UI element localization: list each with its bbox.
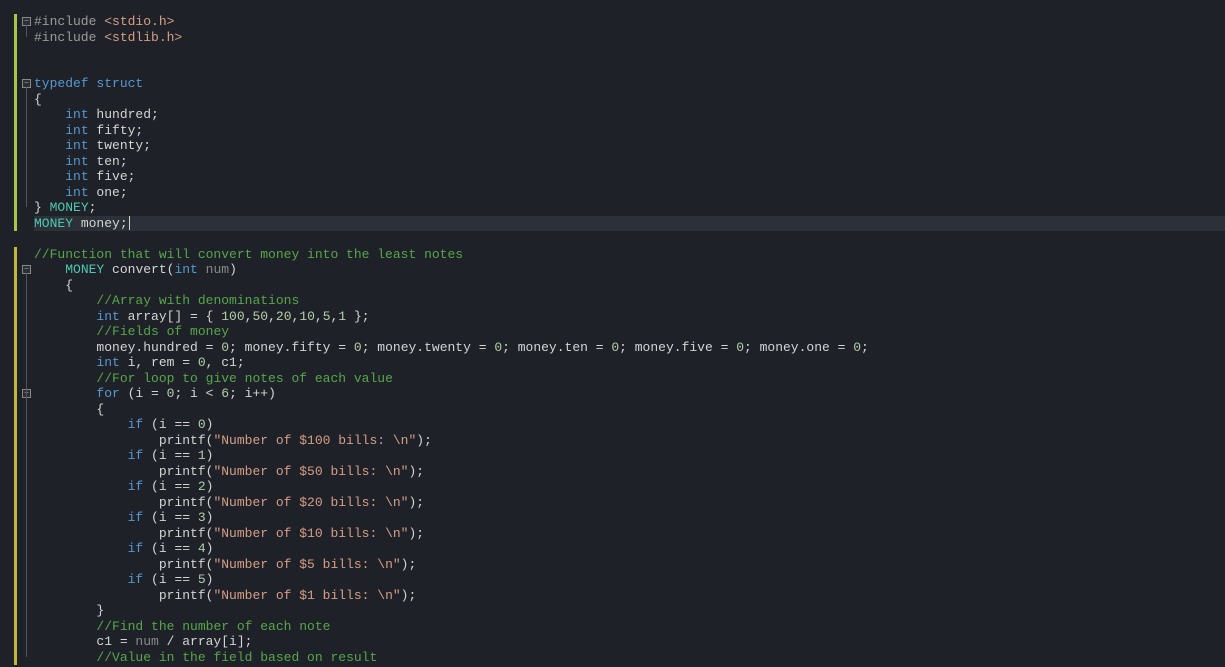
code-line[interactable]: if (i == 5) <box>34 572 1225 588</box>
code-line[interactable]: if (i == 2) <box>34 479 1225 495</box>
code-line[interactable]: } MONEY; <box>34 200 1225 216</box>
code-line[interactable]: { <box>34 402 1225 418</box>
code-line[interactable]: printf("Number of $1 bills: \n"); <box>34 588 1225 604</box>
code-line[interactable]: MONEY convert(int num) <box>34 262 1225 278</box>
code-line[interactable] <box>34 61 1225 77</box>
fold-guide <box>26 25 27 37</box>
code-line[interactable]: printf("Number of $100 bills: \n"); <box>34 433 1225 449</box>
code-line[interactable]: #include <stdlib.h> <box>34 30 1225 46</box>
text-caret <box>129 216 130 230</box>
code-content[interactable]: #include <stdio.h>#include <stdlib.h> typ… <box>34 0 1225 667</box>
code-line[interactable]: int array[] = { 100,50,20,10,5,1 }; <box>34 309 1225 325</box>
code-line[interactable]: money.hundred = 0; money.fifty = 0; mone… <box>34 340 1225 356</box>
code-line[interactable]: if (i == 3) <box>34 510 1225 526</box>
code-line[interactable]: int i, rem = 0, c1; <box>34 355 1225 371</box>
code-line[interactable] <box>34 231 1225 247</box>
code-line[interactable]: //Array with denominations <box>34 293 1225 309</box>
code-line[interactable]: int twenty; <box>34 138 1225 154</box>
code-line[interactable]: MONEY money; <box>34 216 1225 232</box>
code-line[interactable]: //Find the number of each note <box>34 619 1225 635</box>
fold-guide <box>26 397 27 610</box>
code-line[interactable]: //Fields of money <box>34 324 1225 340</box>
code-line[interactable]: if (i == 4) <box>34 541 1225 557</box>
code-line[interactable]: int one; <box>34 185 1225 201</box>
code-line[interactable]: #include <stdio.h> <box>34 14 1225 30</box>
code-line[interactable]: //For loop to give notes of each value <box>34 371 1225 387</box>
code-line[interactable]: if (i == 1) <box>34 448 1225 464</box>
change-marker <box>14 14 17 231</box>
change-marker <box>14 247 17 666</box>
code-line[interactable]: int five; <box>34 169 1225 185</box>
code-line[interactable]: printf("Number of $50 bills: \n"); <box>34 464 1225 480</box>
code-line[interactable]: typedef struct <box>34 76 1225 92</box>
code-line[interactable]: //Function that will convert money into … <box>34 247 1225 263</box>
code-line[interactable]: printf("Number of $20 bills: \n"); <box>34 495 1225 511</box>
code-line[interactable] <box>34 45 1225 61</box>
code-line[interactable]: printf("Number of $5 bills: \n"); <box>34 557 1225 573</box>
gutter: −−−− <box>0 0 34 667</box>
code-line[interactable]: if (i == 0) <box>34 417 1225 433</box>
code-line[interactable]: } <box>34 603 1225 619</box>
code-line[interactable]: int hundred; <box>34 107 1225 123</box>
code-editor[interactable]: −−−− #include <stdio.h>#include <stdlib.… <box>0 0 1225 667</box>
code-line[interactable]: int fifty; <box>34 123 1225 139</box>
code-line[interactable]: for (i = 0; i < 6; i++) <box>34 386 1225 402</box>
code-line[interactable]: int ten; <box>34 154 1225 170</box>
code-line[interactable]: printf("Number of $10 bills: \n"); <box>34 526 1225 542</box>
code-line[interactable]: //Value in the field based on result <box>34 650 1225 666</box>
code-line[interactable]: { <box>34 278 1225 294</box>
code-line[interactable]: c1 = num / array[i]; <box>34 634 1225 650</box>
code-line[interactable]: { <box>34 92 1225 108</box>
fold-guide <box>26 87 27 207</box>
